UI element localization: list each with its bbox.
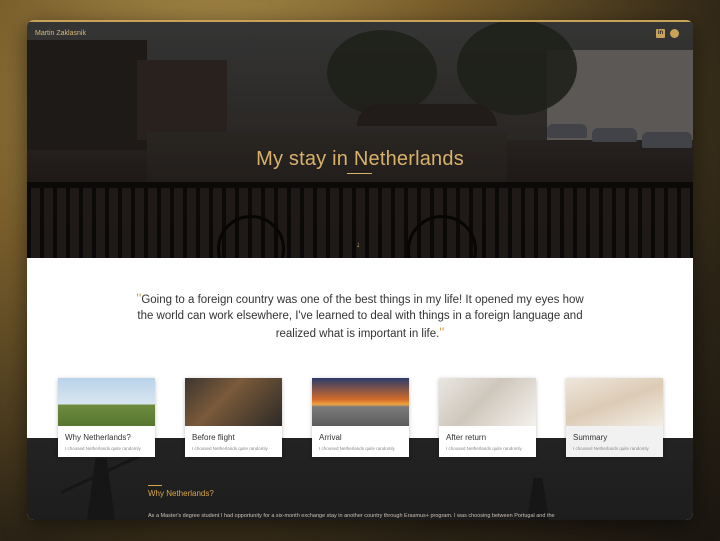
hero-banner: Martin Zaklasnik in My stay in Netherlan… <box>27 20 693 258</box>
scroll-down-icon[interactable]: ↓ <box>356 240 360 249</box>
section-accent-line <box>148 485 162 486</box>
brand-name[interactable]: Martin Zaklasnik <box>35 30 86 37</box>
card-title: Arrival <box>319 433 342 442</box>
card-image <box>439 378 536 426</box>
card-title: After return <box>446 433 487 442</box>
intro-quote: "Going to a foreign country was one of t… <box>127 290 593 342</box>
linkedin-icon[interactable]: in <box>656 29 665 38</box>
top-accent-line <box>27 20 693 22</box>
card-title: Before flight <box>192 433 235 442</box>
card-why-netherlands[interactable]: Why Netherlands? I choosed Netherlands q… <box>58 378 155 457</box>
browser-frame: Martin Zaklasnik in My stay in Netherlan… <box>27 20 693 520</box>
quote-close-mark: " <box>439 324 445 340</box>
card-title: Summary <box>573 433 608 442</box>
card-subtitle: I choosed Netherlands quite randomly <box>319 446 395 451</box>
card-image <box>312 378 409 426</box>
card-image <box>58 378 155 426</box>
card-arrival[interactable]: Arrival I choosed Netherlands quite rand… <box>312 378 409 457</box>
section-text: As a Master's degree student I had oppor… <box>148 513 555 519</box>
card-subtitle: I choosed Netherlands quite randomly <box>192 446 268 451</box>
card-before-flight[interactable]: Before flight I choosed Netherlands quit… <box>185 378 282 457</box>
card-subtitle: I choosed Netherlands quite randomly <box>65 446 141 451</box>
card-title: Why Netherlands? <box>65 433 131 442</box>
card-image <box>185 378 282 426</box>
card-subtitle: I choosed Netherlands quite randomly <box>446 446 522 451</box>
card-summary[interactable]: Summary I choosed Netherlands quite rand… <box>566 378 663 457</box>
quote-text: Going to a foreign country was one of th… <box>137 294 584 340</box>
hero-title: My stay in Netherlands <box>256 148 464 170</box>
card-image <box>566 378 663 426</box>
hero-overlay <box>27 20 693 258</box>
title-underline <box>347 173 372 174</box>
github-icon[interactable] <box>670 29 679 38</box>
section-title: Why Netherlands? <box>148 489 214 498</box>
card-after-return[interactable]: After return I choosed Netherlands quite… <box>439 378 536 457</box>
card-subtitle: I choosed Netherlands quite randomly <box>573 446 649 451</box>
